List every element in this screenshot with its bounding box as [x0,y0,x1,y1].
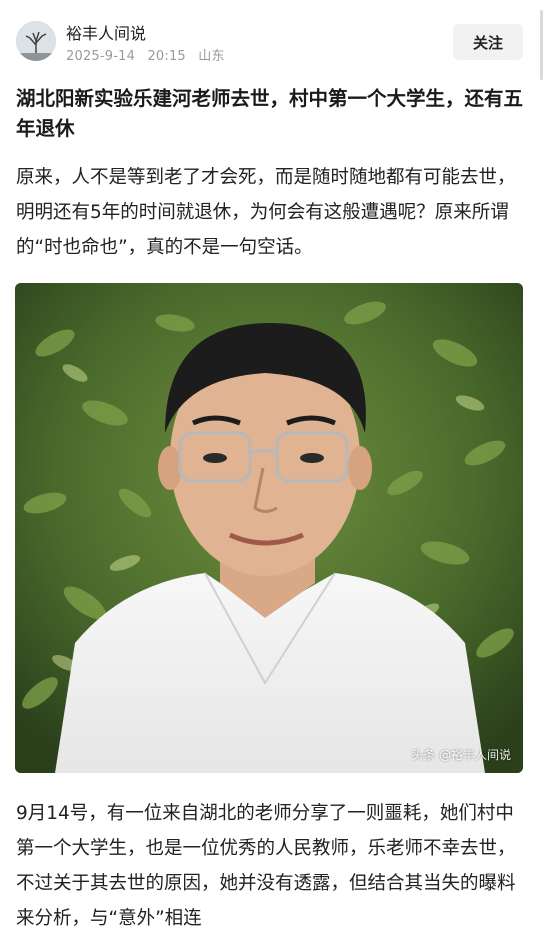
post-location: 山东 [198,49,225,64]
portrait-image [15,283,523,773]
author-name[interactable]: 裕丰人间说 [66,20,146,44]
article-photo[interactable]: 头条 @裕丰人间说 [15,283,523,773]
article-body: 9月14号，有一位来自湖北的老师分享了一则噩耗，她们村中第一个大学生，也是一位优… [16,803,516,929]
scrollbar[interactable] [540,10,543,80]
article-intro: 原来，人不是等到老了才会死，而是随时随地都有可能去世，明明还有5年的时间就退休，… [16,167,516,258]
post-date: 2025-9-14 [66,49,136,64]
post-time: 20:15 [147,49,186,64]
post-meta: 2025-9-14 20:15 山东 [66,45,233,64]
image-watermark: 头条 @裕丰人间说 [411,748,511,762]
article-header: 裕丰人间说 2025-9-14 20:15 山东 关注 [0,0,546,80]
tree-avatar-icon [16,21,56,61]
article-title: 湖北阳新实验乐建河老师去世，村中第一个大学生，还有五年退休 [16,87,524,140]
follow-button[interactable]: 关注 [453,24,523,60]
author-avatar[interactable] [16,21,56,61]
